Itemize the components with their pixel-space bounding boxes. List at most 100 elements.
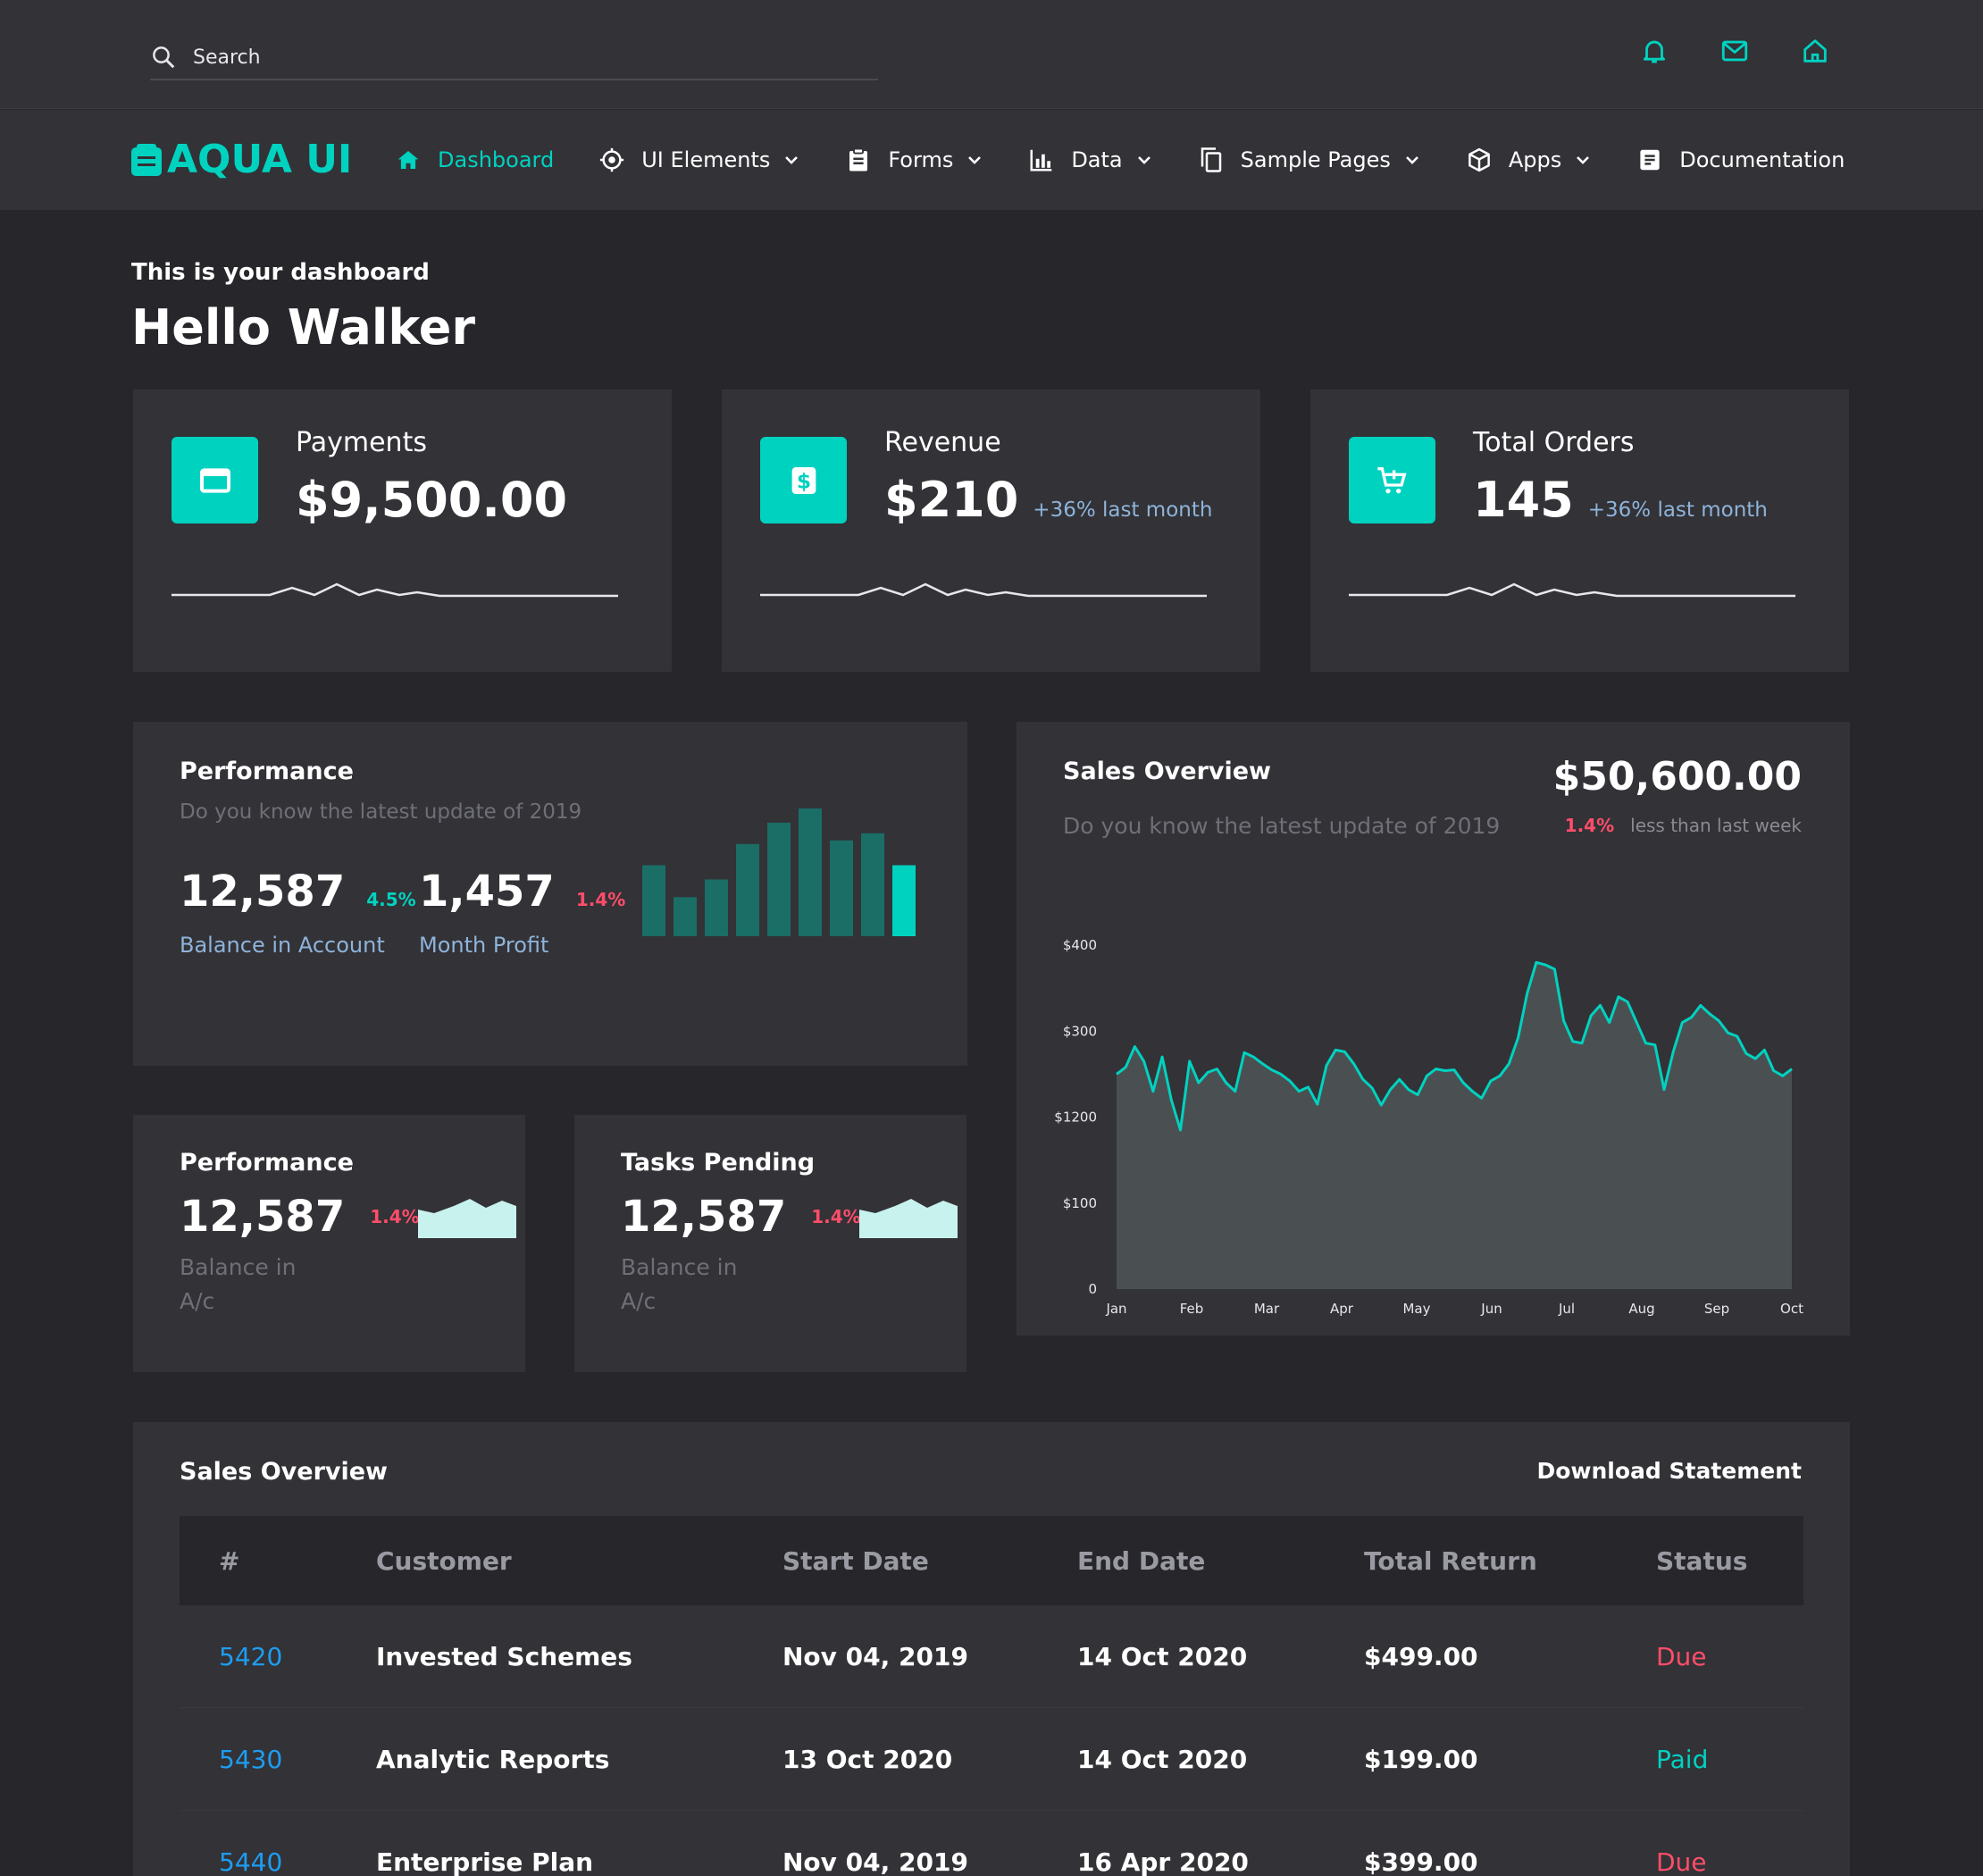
order-id-link[interactable]: 5440 — [219, 1847, 282, 1876]
sparkline — [1349, 582, 1795, 598]
brand-name: AQUA UI — [167, 137, 353, 182]
card-title: Performance — [180, 758, 354, 785]
table-header: # Customer Start Date End Date Total Ret… — [180, 1516, 1803, 1605]
x-tick-label: Aug — [1628, 1301, 1654, 1317]
status-badge: Due — [1656, 1641, 1707, 1671]
stat-label: Total Orders — [1473, 427, 1635, 458]
column-header[interactable]: Total Return — [1364, 1546, 1537, 1576]
download-statement-link[interactable]: Download Statement — [1536, 1458, 1802, 1484]
mini-area-sparkline — [417, 1199, 516, 1238]
x-tick-label: Jun — [1480, 1301, 1502, 1317]
tasks-pending-card: Tasks Pending 12,587 1.4% Balance in A/c — [574, 1115, 966, 1372]
order-id-link[interactable]: 5420 — [219, 1642, 282, 1671]
mini-metric: 12,587 1.4% — [621, 1192, 958, 1242]
sales-area-fill — [1117, 962, 1792, 1289]
bar-chart-icon — [1030, 149, 1052, 172]
dashboard-subtitle: This is your dashboard — [131, 259, 430, 286]
nav-label: Data — [1071, 147, 1123, 172]
performance-bar — [830, 840, 853, 936]
table-row[interactable]: 5420 Invested Schemes Nov 04, 2019 14 Oc… — [180, 1605, 1803, 1708]
sales-overview-card: Sales Overview Do you know the latest up… — [1017, 722, 1850, 1336]
y-tick-label: $400 — [1063, 937, 1097, 953]
metric-label: Balance in Account — [180, 933, 385, 958]
orders-card: Total Orders 145 +36% last month — [1310, 389, 1849, 672]
nav-data[interactable]: Data — [1028, 147, 1152, 173]
sales-amount: $50,600.00 — [1552, 754, 1802, 800]
performance-bar — [642, 865, 665, 936]
customer-cell: Analytic Reports — [376, 1744, 610, 1774]
column-header[interactable]: Start Date — [782, 1546, 929, 1576]
metric-balance: 12,587 4.5% — [180, 867, 416, 917]
search-icon — [153, 46, 175, 69]
performance-bar — [705, 879, 728, 936]
column-header[interactable]: Status — [1656, 1546, 1747, 1576]
page-title: Hello Walker — [131, 299, 476, 356]
performance-mini-card: Performance 12,587 1.4% Balance in A/c — [133, 1115, 525, 1372]
y-tick-label: $100 — [1063, 1195, 1097, 1211]
home-icon — [397, 151, 419, 169]
start-date-cell: Nov 04, 2019 — [782, 1641, 968, 1671]
nav-dashboard[interactable]: Dashboard — [395, 147, 554, 173]
y-tick-label: $300 — [1063, 1023, 1097, 1039]
performance-bar — [799, 808, 822, 936]
sales-delta: 1.4% less than last week — [1564, 815, 1802, 836]
card-subtitle: Do you know the latest update of 2019 — [180, 800, 582, 824]
revenue-card: $ Revenue $210 +36% last month — [722, 389, 1260, 672]
column-header[interactable]: # — [219, 1546, 239, 1576]
x-tick-label: Jan — [1105, 1301, 1126, 1317]
x-tick-label: Sep — [1704, 1301, 1729, 1317]
nav-sample-pages[interactable]: Sample Pages — [1198, 147, 1421, 173]
x-tick-label: Mar — [1254, 1301, 1280, 1317]
end-date-cell: 14 Oct 2020 — [1077, 1744, 1248, 1774]
total-cell: $399.00 — [1364, 1847, 1478, 1876]
status-badge: Paid — [1656, 1744, 1709, 1774]
sales-table-card: Sales Overview Download Statement # Cust… — [133, 1422, 1850, 1876]
top-bar: Search — [0, 0, 1983, 109]
card-title: Sales Overview — [180, 1458, 388, 1486]
performance-bar — [736, 843, 759, 936]
stat-delta: +36% last month — [1033, 498, 1213, 522]
stat-label: Revenue — [884, 427, 1001, 458]
table-row[interactable]: 5440 Enterprise Plan Nov 04, 2019 16 Apr… — [180, 1811, 1803, 1876]
stat-value: $9,500.00 — [296, 472, 568, 528]
start-date-cell: Nov 04, 2019 — [782, 1847, 968, 1876]
sparkline — [760, 582, 1207, 598]
cart-icon — [1349, 437, 1435, 523]
performance-bar — [892, 865, 916, 936]
mini-metric: 12,587 1.4% — [180, 1192, 516, 1242]
card-title: Sales Overview — [1063, 758, 1271, 785]
chevron-down-icon — [1405, 156, 1418, 164]
brand-logo[interactable]: AQUA UI — [131, 137, 352, 182]
chevron-down-icon — [785, 156, 799, 164]
clipboard-icon — [849, 147, 868, 172]
stat-label: Payments — [296, 427, 427, 458]
end-date-cell: 14 Oct 2020 — [1077, 1641, 1248, 1671]
mail-icon[interactable] — [1719, 36, 1750, 66]
column-header[interactable]: End Date — [1077, 1546, 1205, 1576]
payments-card: Payments $9,500.00 — [133, 389, 672, 672]
card-title: Tasks Pending — [621, 1149, 816, 1177]
home-icon[interactable] — [1800, 36, 1830, 66]
search-bar[interactable]: Search — [150, 36, 878, 80]
search-input[interactable]: Search — [193, 46, 261, 69]
metric-label: Month Profit — [419, 933, 549, 958]
nav-ui-elements[interactable]: UI Elements — [598, 147, 800, 173]
sales-table: # Customer Start Date End Date Total Ret… — [180, 1516, 1803, 1876]
sales-area-chart: 0 $100 $1200 $300 $400 Jan Feb Mar Apr May Jun Jul A… — [1054, 937, 1803, 1317]
nav-apps[interactable]: Apps — [1466, 147, 1592, 173]
nav-forms[interactable]: Forms — [845, 147, 983, 173]
table-row[interactable]: 5430 Analytic Reports 13 Oct 2020 14 Oct… — [180, 1708, 1803, 1811]
nav-label: UI Elements — [641, 147, 771, 172]
main-nav: AQUA UI Dashboard UI Elements Forms Data… — [0, 110, 1983, 210]
crosshair-icon — [600, 147, 624, 172]
y-tick-label: 0 — [1088, 1281, 1097, 1297]
chevron-down-icon — [1137, 156, 1150, 164]
x-tick-label: Apr — [1330, 1301, 1354, 1317]
order-id-link[interactable]: 5430 — [219, 1745, 282, 1774]
cube-icon — [1468, 147, 1490, 172]
nav-documentation[interactable]: Documentation — [1636, 147, 1845, 173]
wallet-icon — [172, 437, 258, 523]
column-header[interactable]: Customer — [376, 1546, 512, 1576]
bell-icon[interactable] — [1639, 36, 1669, 66]
x-tick-label: Jul — [1558, 1301, 1575, 1317]
